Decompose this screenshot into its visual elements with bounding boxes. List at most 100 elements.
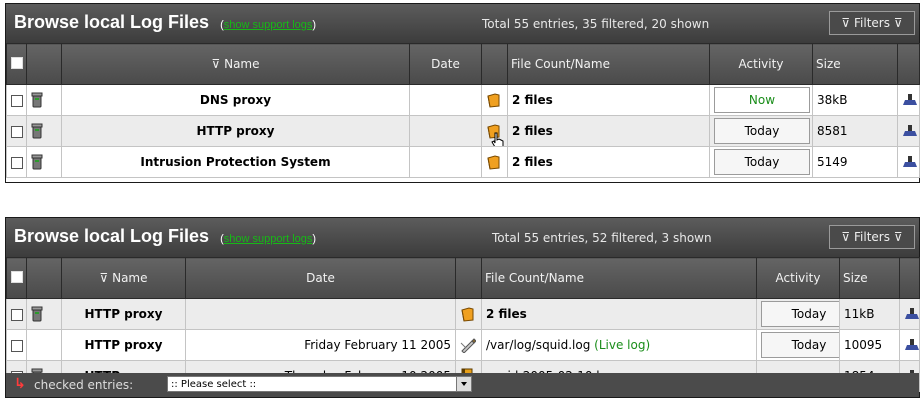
panel-titlebar: Browse local Log Files (show support log… bbox=[6, 4, 919, 43]
download-icon[interactable] bbox=[899, 298, 920, 330]
support-paren-close: ) bbox=[312, 19, 317, 31]
select-all-header[interactable] bbox=[6, 43, 27, 85]
log-name[interactable]: Intrusion Protection System bbox=[61, 146, 410, 178]
trash-icon[interactable] bbox=[26, 115, 62, 147]
name-column-header[interactable]: ⊽ Name bbox=[61, 43, 410, 85]
log-date bbox=[409, 146, 482, 178]
log-browser-panel-1: Browse local Log Files (show support log… bbox=[5, 3, 920, 183]
filter-icon: ⊽ bbox=[893, 230, 903, 244]
row-checkbox[interactable] bbox=[11, 156, 23, 169]
size-column-header[interactable]: Size bbox=[839, 257, 900, 299]
log-edit-icon[interactable] bbox=[455, 329, 482, 361]
log-size: 10095 bbox=[839, 329, 900, 361]
activity-cell: Today bbox=[756, 329, 840, 361]
log-name[interactable]: HTTP proxy bbox=[61, 115, 410, 147]
file-name[interactable]: /var/log/squid.log bbox=[486, 338, 590, 352]
live-log-label[interactable]: (Live log) bbox=[594, 338, 650, 352]
entries-summary: Total 55 entries, 52 filtered, 3 shown bbox=[492, 231, 712, 245]
activity-cell: Today bbox=[709, 146, 813, 178]
table-row: HTTP proxy 2 files Today 8581 bbox=[6, 115, 920, 147]
download-icon[interactable] bbox=[897, 115, 920, 147]
action-header bbox=[897, 43, 920, 85]
entries-summary: Total 55 entries, 35 filtered, 20 shown bbox=[482, 17, 710, 31]
file-count[interactable]: 2 files bbox=[507, 84, 710, 116]
select-all-checkbox[interactable] bbox=[10, 56, 23, 69]
folder-icon[interactable] bbox=[481, 115, 508, 147]
log-name[interactable]: HTTP proxy bbox=[61, 298, 186, 330]
select-all-header[interactable] bbox=[6, 257, 27, 299]
folder-icon[interactable] bbox=[481, 146, 508, 178]
activity-badge: Now bbox=[714, 87, 810, 113]
return-arrow-icon: ↳ bbox=[14, 376, 26, 392]
log-date: Friday February 11 2005 bbox=[185, 329, 456, 361]
file-count[interactable]: 2 files bbox=[507, 115, 710, 147]
log-date bbox=[409, 84, 482, 116]
folder-icon[interactable] bbox=[455, 298, 482, 330]
show-support-logs-link[interactable]: show support logs bbox=[224, 19, 313, 31]
log-date bbox=[409, 115, 482, 147]
download-icon[interactable] bbox=[897, 84, 920, 116]
log-browser-panel-2: Browse local Log Files (show support log… bbox=[5, 217, 920, 398]
log-name[interactable]: DNS proxy bbox=[61, 84, 410, 116]
filters-button[interactable]: ⊽ Filters ⊽ bbox=[829, 11, 915, 35]
activity-cell: Now bbox=[709, 84, 813, 116]
folder-icon[interactable] bbox=[481, 84, 508, 116]
filters-label: Filters bbox=[854, 16, 890, 30]
select-all-checkbox[interactable] bbox=[10, 270, 23, 283]
trash-header bbox=[26, 43, 62, 85]
sort-icon: ⊽ bbox=[99, 271, 113, 285]
filters-label: Filters bbox=[854, 230, 890, 244]
trash-icon[interactable] bbox=[26, 84, 62, 116]
file-label: 2 files bbox=[486, 307, 527, 321]
activity-badge: Today bbox=[761, 332, 839, 358]
bulk-action-select[interactable]: :: Please select :: bbox=[167, 376, 472, 392]
filter-icon: ⊽ bbox=[841, 230, 851, 244]
table-row: DNS proxy 2 files Now 38kB bbox=[6, 84, 920, 116]
filters-button[interactable]: ⊽ Filters ⊽ bbox=[829, 225, 915, 249]
action-header bbox=[899, 257, 920, 299]
sort-icon: ⊽ bbox=[211, 57, 225, 71]
filter-icon: ⊽ bbox=[841, 16, 851, 30]
hand-cursor-icon bbox=[491, 132, 504, 146]
show-support-logs-link[interactable]: show support logs bbox=[224, 233, 313, 245]
row-checkbox[interactable] bbox=[11, 339, 23, 352]
log-date bbox=[185, 298, 456, 330]
log-size: 11kB bbox=[839, 298, 900, 330]
name-header-label: Name bbox=[112, 271, 148, 285]
activity-badge: Today bbox=[714, 118, 810, 144]
trash-icon[interactable] bbox=[26, 146, 62, 178]
download-icon[interactable] bbox=[899, 329, 920, 361]
log-table: ⊽ Name Date File Count/Name Activity Siz… bbox=[6, 43, 920, 178]
select-value: :: Please select :: bbox=[171, 379, 257, 390]
file-count[interactable]: 2 files bbox=[481, 298, 757, 330]
name-column-header[interactable]: ⊽ Name bbox=[61, 257, 186, 299]
row-checkbox[interactable] bbox=[11, 125, 23, 138]
file-name-cell[interactable]: /var/log/squid.log (Live log) bbox=[481, 329, 757, 361]
row-checkbox[interactable] bbox=[11, 308, 23, 321]
panel-titlebar: Browse local Log Files (show support log… bbox=[6, 218, 919, 257]
trash-header bbox=[26, 257, 62, 299]
log-name[interactable]: HTTP proxy bbox=[61, 329, 186, 361]
file-count[interactable]: 2 files bbox=[507, 146, 710, 178]
date-column-header[interactable]: Date bbox=[409, 43, 482, 85]
file-column-header[interactable]: File Count/Name bbox=[481, 257, 757, 299]
activity-badge: Today bbox=[761, 301, 839, 327]
activity-column-header[interactable]: Activity bbox=[756, 257, 840, 299]
panel-title: Browse local Log Files (show support log… bbox=[14, 226, 316, 247]
row-checkbox[interactable] bbox=[11, 94, 23, 107]
name-header-label: Name bbox=[224, 57, 260, 71]
size-column-header[interactable]: Size bbox=[812, 43, 898, 85]
table-row: HTTP proxy 2 files Today 11kB bbox=[6, 298, 920, 330]
activity-column-header[interactable]: Activity bbox=[709, 43, 813, 85]
download-icon[interactable] bbox=[897, 146, 920, 178]
checked-entries-label: checked entries: bbox=[34, 378, 134, 392]
type-icon-header bbox=[455, 257, 482, 299]
support-paren-close: ) bbox=[312, 233, 317, 245]
log-size: 5149 bbox=[812, 146, 898, 178]
chevron-down-icon[interactable] bbox=[456, 377, 471, 391]
file-column-header[interactable]: File Count/Name bbox=[507, 43, 710, 85]
trash-icon[interactable] bbox=[26, 298, 62, 330]
date-column-header[interactable]: Date bbox=[185, 257, 456, 299]
log-size: 38kB bbox=[812, 84, 898, 116]
table-row: Intrusion Protection System 2 files Toda… bbox=[6, 146, 920, 178]
